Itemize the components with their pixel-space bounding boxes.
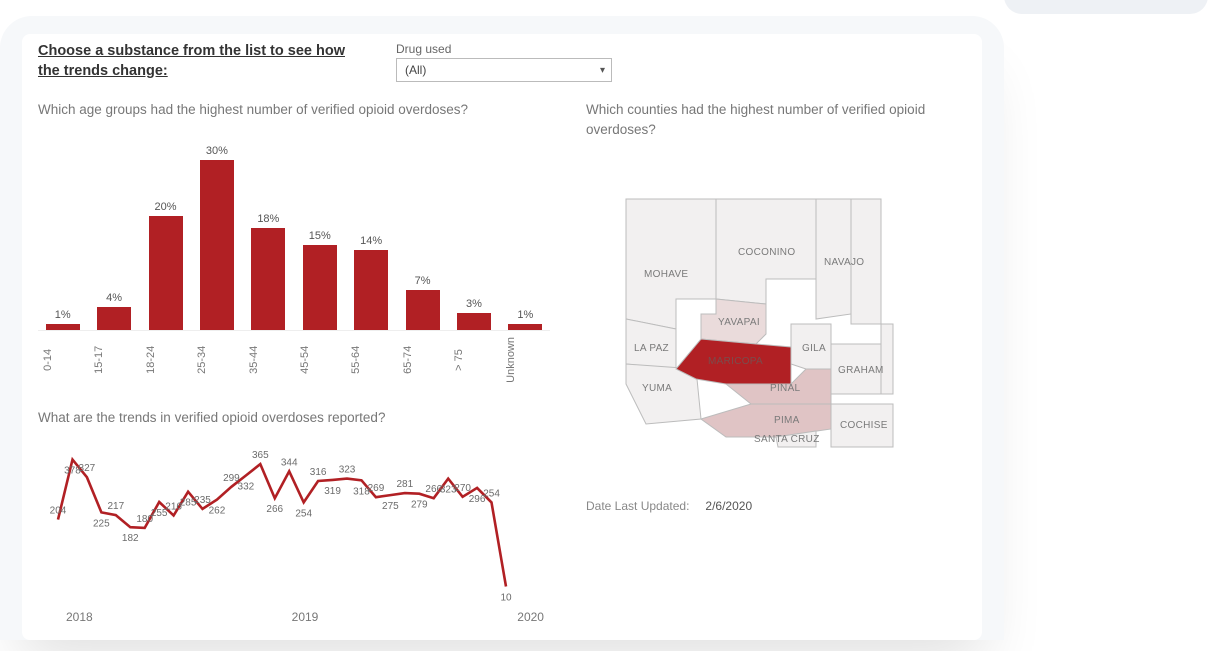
trends-line-chart: 2043783272252171821802552162852352622993… <box>38 438 516 608</box>
x-tick: 2018 <box>66 610 93 624</box>
svg-text:319: 319 <box>324 486 341 497</box>
svg-text:254: 254 <box>483 488 500 499</box>
drug-used-select[interactable]: (All) ▾ <box>396 58 612 82</box>
county-label: PIMA <box>774 415 800 426</box>
county-label: SANTA CRUZ <box>754 434 820 445</box>
svg-text:10: 10 <box>500 593 512 604</box>
county-label: NAVAJO <box>824 257 864 268</box>
svg-text:266: 266 <box>266 504 283 515</box>
update-footer: Date Last Updated: 2/6/2020 <box>586 499 966 513</box>
svg-text:225: 225 <box>93 518 110 529</box>
filter-caption: Drug used <box>396 42 612 56</box>
county-label: MOHAVE <box>644 269 688 280</box>
trends-question: What are the trends in verified opioid o… <box>38 408 550 428</box>
county-greenlee <box>881 324 893 394</box>
svg-text:204: 204 <box>50 506 67 517</box>
trends-x-axis: 2018 2019 2020 <box>38 608 550 624</box>
bar-col: 30% <box>196 145 237 330</box>
svg-text:323: 323 <box>339 465 356 476</box>
drug-used-value: (All) <box>405 63 426 77</box>
filter-prompt: Choose a substance from the list to see … <box>38 42 368 81</box>
dashboard-screen: Choose a substance from the list to see … <box>22 34 982 640</box>
x-tick: 2020 <box>517 610 544 624</box>
county-label: COCONINO <box>738 247 795 258</box>
bar-col: 20% <box>145 201 186 329</box>
age-groups-question: Which age groups had the highest number … <box>38 100 550 120</box>
date-updated-label: Date Last Updated: <box>586 499 689 513</box>
laptop-base <box>1004 0 1208 14</box>
counties-question: Which counties had the highest number of… <box>586 100 966 139</box>
laptop-frame: Choose a substance from the list to see … <box>0 16 1004 640</box>
bar-col: 15% <box>299 230 340 330</box>
age-groups-bar-chart: 1% 4% 20%30% 18%15%14% 7% 3% 1% <box>38 130 550 331</box>
bar-col: 3% <box>453 298 494 330</box>
arizona-county-map: MOHAVE COCONINO NAVAJO YAVAPAI LA PAZ MA… <box>586 169 966 459</box>
svg-text:332: 332 <box>238 481 255 492</box>
county-label: COCHISE <box>840 420 888 431</box>
age-groups-axis: 0-1415-1718-2425-3435-4445-5455-6465-74>… <box>38 331 550 383</box>
x-tick: 2019 <box>292 610 319 624</box>
svg-text:275: 275 <box>382 501 399 512</box>
county-label: MARICOPA <box>708 356 763 367</box>
svg-text:316: 316 <box>310 467 327 478</box>
date-updated-value: 2/6/2020 <box>705 499 752 513</box>
svg-text:270: 270 <box>454 483 471 494</box>
svg-text:365: 365 <box>252 450 269 461</box>
bar-col: 4% <box>93 292 134 330</box>
county-label: LA PAZ <box>634 343 669 354</box>
svg-text:344: 344 <box>281 457 298 468</box>
bar-col: 7% <box>402 275 443 330</box>
bar-col: 18% <box>248 213 289 330</box>
svg-text:217: 217 <box>107 501 124 512</box>
county-label: YUMA <box>642 383 672 394</box>
svg-text:279: 279 <box>411 500 428 511</box>
county-label: PINAL <box>770 383 801 394</box>
bar-col: 1% <box>42 309 83 330</box>
bar-col: 14% <box>350 235 391 329</box>
svg-text:254: 254 <box>295 508 312 519</box>
svg-text:182: 182 <box>122 533 139 544</box>
svg-text:235: 235 <box>194 495 211 506</box>
svg-text:327: 327 <box>79 463 96 474</box>
county-label: GRAHAM <box>838 365 884 376</box>
bar-col: 1% <box>505 309 546 330</box>
county-label: YAVAPAI <box>718 317 760 328</box>
svg-text:262: 262 <box>209 506 226 517</box>
county-mohave <box>626 199 716 329</box>
svg-text:281: 281 <box>396 479 413 490</box>
svg-text:269: 269 <box>368 483 385 494</box>
chevron-down-icon: ▾ <box>600 65 605 76</box>
county-label: GILA <box>802 343 826 354</box>
